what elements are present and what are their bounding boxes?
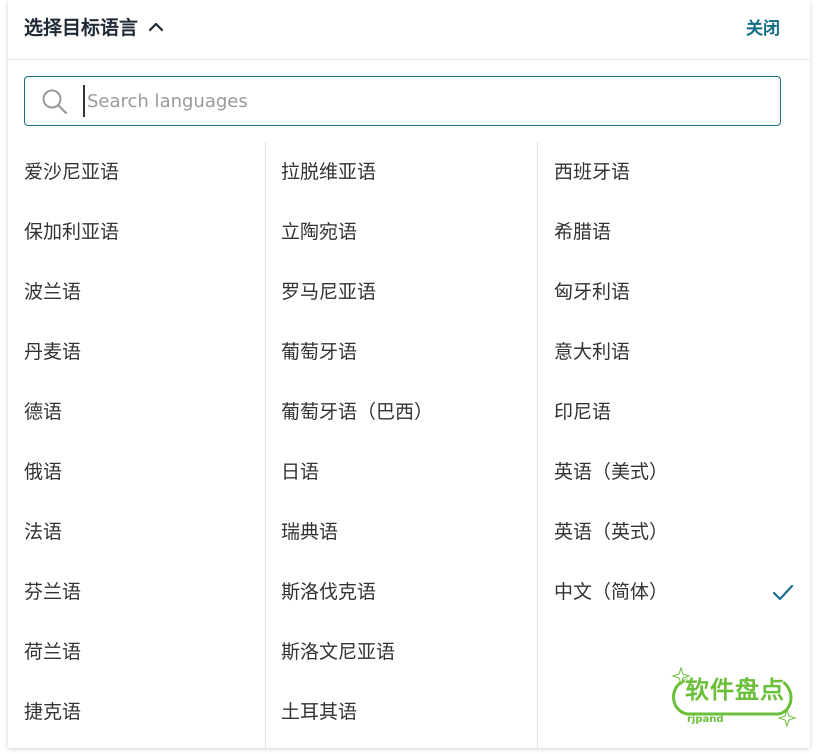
language-list: 爱沙尼亚语 保加利亚语 波兰语 丹麦语 德语 俄语 法语 芬兰语 荷兰语 捷克语… <box>8 142 810 748</box>
target-language-toggle[interactable]: 选择目标语言 <box>24 13 164 40</box>
language-option[interactable]: 葡萄牙语（巴西） <box>281 392 526 432</box>
language-column-3: 西班牙语 希腊语 匈牙利语 意大利语 印尼语 英语（美式） 英语（英式） 中文（… <box>538 142 810 748</box>
language-option[interactable]: 意大利语 <box>554 332 804 372</box>
watermark-logo: 软件盘点 rjpand <box>667 664 799 734</box>
language-option[interactable]: 斯洛伐克语 <box>281 572 526 612</box>
language-option[interactable]: 印尼语 <box>554 392 804 432</box>
language-option[interactable]: 立陶宛语 <box>281 212 526 252</box>
language-option[interactable]: 芬兰语 <box>24 572 254 612</box>
language-option[interactable]: 德语 <box>24 392 254 432</box>
panel-title: 选择目标语言 <box>24 17 139 39</box>
language-option[interactable]: 日语 <box>281 452 526 492</box>
language-option[interactable]: 英语（英式） <box>554 512 804 552</box>
language-option[interactable]: 法语 <box>24 512 254 552</box>
language-option[interactable]: 葡萄牙语 <box>281 332 526 372</box>
watermark-text: 软件盘点 <box>685 676 785 704</box>
language-option[interactable]: 保加利亚语 <box>24 212 254 252</box>
language-option[interactable]: 爱沙尼亚语 <box>24 152 254 192</box>
language-option[interactable]: 丹麦语 <box>24 332 254 372</box>
language-option[interactable]: 西班牙语 <box>554 152 804 192</box>
language-option[interactable]: 罗马尼亚语 <box>281 272 526 312</box>
language-option[interactable]: 希腊语 <box>554 212 804 252</box>
language-option[interactable]: 波兰语 <box>24 272 254 312</box>
language-option[interactable]: 捷克语 <box>24 692 254 732</box>
panel-header: 选择目标语言 关闭 <box>8 0 810 60</box>
language-option-label: 中文（简体） <box>554 581 669 603</box>
language-option[interactable]: 荷兰语 <box>24 632 254 672</box>
search-input[interactable] <box>83 85 763 117</box>
language-option[interactable]: 土耳其语 <box>281 692 526 732</box>
language-option[interactable]: 匈牙利语 <box>554 272 804 312</box>
language-option[interactable]: 瑞典语 <box>281 512 526 552</box>
language-picker-panel: 选择目标语言 关闭 爱沙尼亚语 保加利亚语 波兰语 丹麦语 德语 俄语 法语 芬… <box>8 0 810 748</box>
search-icon <box>42 89 68 115</box>
language-option[interactable]: 英语（美式） <box>554 452 804 492</box>
language-column-1: 爱沙尼亚语 保加利亚语 波兰语 丹麦语 德语 俄语 法语 芬兰语 荷兰语 捷克语 <box>8 142 266 748</box>
language-column-2: 拉脱维亚语 立陶宛语 罗马尼亚语 葡萄牙语 葡萄牙语（巴西） 日语 瑞典语 斯洛… <box>266 142 538 748</box>
language-option-selected[interactable]: 中文（简体） <box>554 572 804 612</box>
checkmark-icon <box>772 584 794 601</box>
close-button[interactable]: 关闭 <box>746 14 780 39</box>
watermark-subtext: rjpand <box>687 714 724 725</box>
language-option[interactable]: 俄语 <box>24 452 254 492</box>
chevron-up-icon <box>148 22 164 31</box>
language-option[interactable]: 斯洛文尼亚语 <box>281 632 526 672</box>
search-box <box>24 76 781 126</box>
language-option[interactable]: 拉脱维亚语 <box>281 152 526 192</box>
